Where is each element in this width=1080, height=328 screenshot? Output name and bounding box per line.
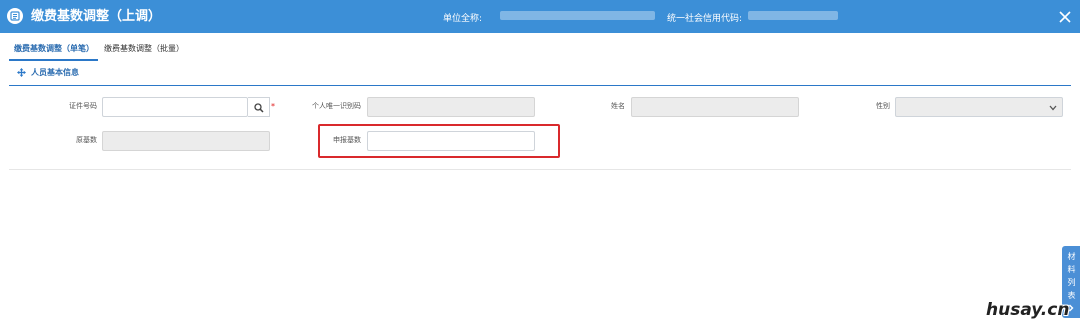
form-divider	[9, 169, 1071, 170]
original-base-field	[102, 131, 270, 151]
tab-bar: 缴费基数调整（单笔） 缴费基数调整（批量）	[0, 40, 1080, 60]
credit-code-label: 统一社会信用代码:	[667, 14, 743, 24]
unit-name-label: 单位全称:	[443, 14, 483, 24]
move-arrows-icon	[17, 68, 26, 77]
original-base-label: 原基数	[76, 136, 97, 144]
declared-base-label: 申报基数	[333, 136, 361, 144]
search-icon	[254, 103, 264, 113]
name-label: 姓名	[611, 102, 625, 110]
id-number-label: 证件号码	[69, 102, 97, 110]
watermark: husay.cn	[986, 300, 1070, 320]
section-title: 人员基本信息	[31, 68, 79, 77]
tab-single-adjustment[interactable]: 缴费基数调整（单笔）	[14, 40, 94, 60]
personal-id-field	[367, 97, 535, 117]
section-divider	[9, 85, 1071, 86]
document-list-icon	[7, 8, 23, 24]
gender-select[interactable]	[895, 97, 1063, 117]
page-title: 缴费基数调整（上调）	[31, 9, 162, 24]
title-bar: 缴费基数调整（上调） 单位全称: 统一社会信用代码:	[0, 0, 1080, 33]
section-header: 人员基本信息	[17, 66, 79, 80]
gender-label: 性别	[876, 102, 890, 110]
active-tab-indicator	[9, 59, 98, 61]
unit-name-value-redacted	[500, 11, 655, 20]
search-button[interactable]	[248, 97, 270, 117]
credit-code-value-redacted	[748, 11, 838, 20]
materials-list-label: 材料列表	[1067, 252, 1076, 300]
required-mark: *	[271, 102, 275, 111]
personal-id-label: 个人唯一识别码	[312, 102, 361, 110]
chevron-down-icon	[1049, 105, 1057, 111]
name-field	[631, 97, 799, 117]
declared-base-input[interactable]	[367, 131, 535, 151]
close-icon[interactable]	[1058, 9, 1072, 23]
tab-batch-adjustment[interactable]: 缴费基数调整（批量）	[104, 40, 184, 60]
id-number-input[interactable]	[102, 97, 248, 117]
